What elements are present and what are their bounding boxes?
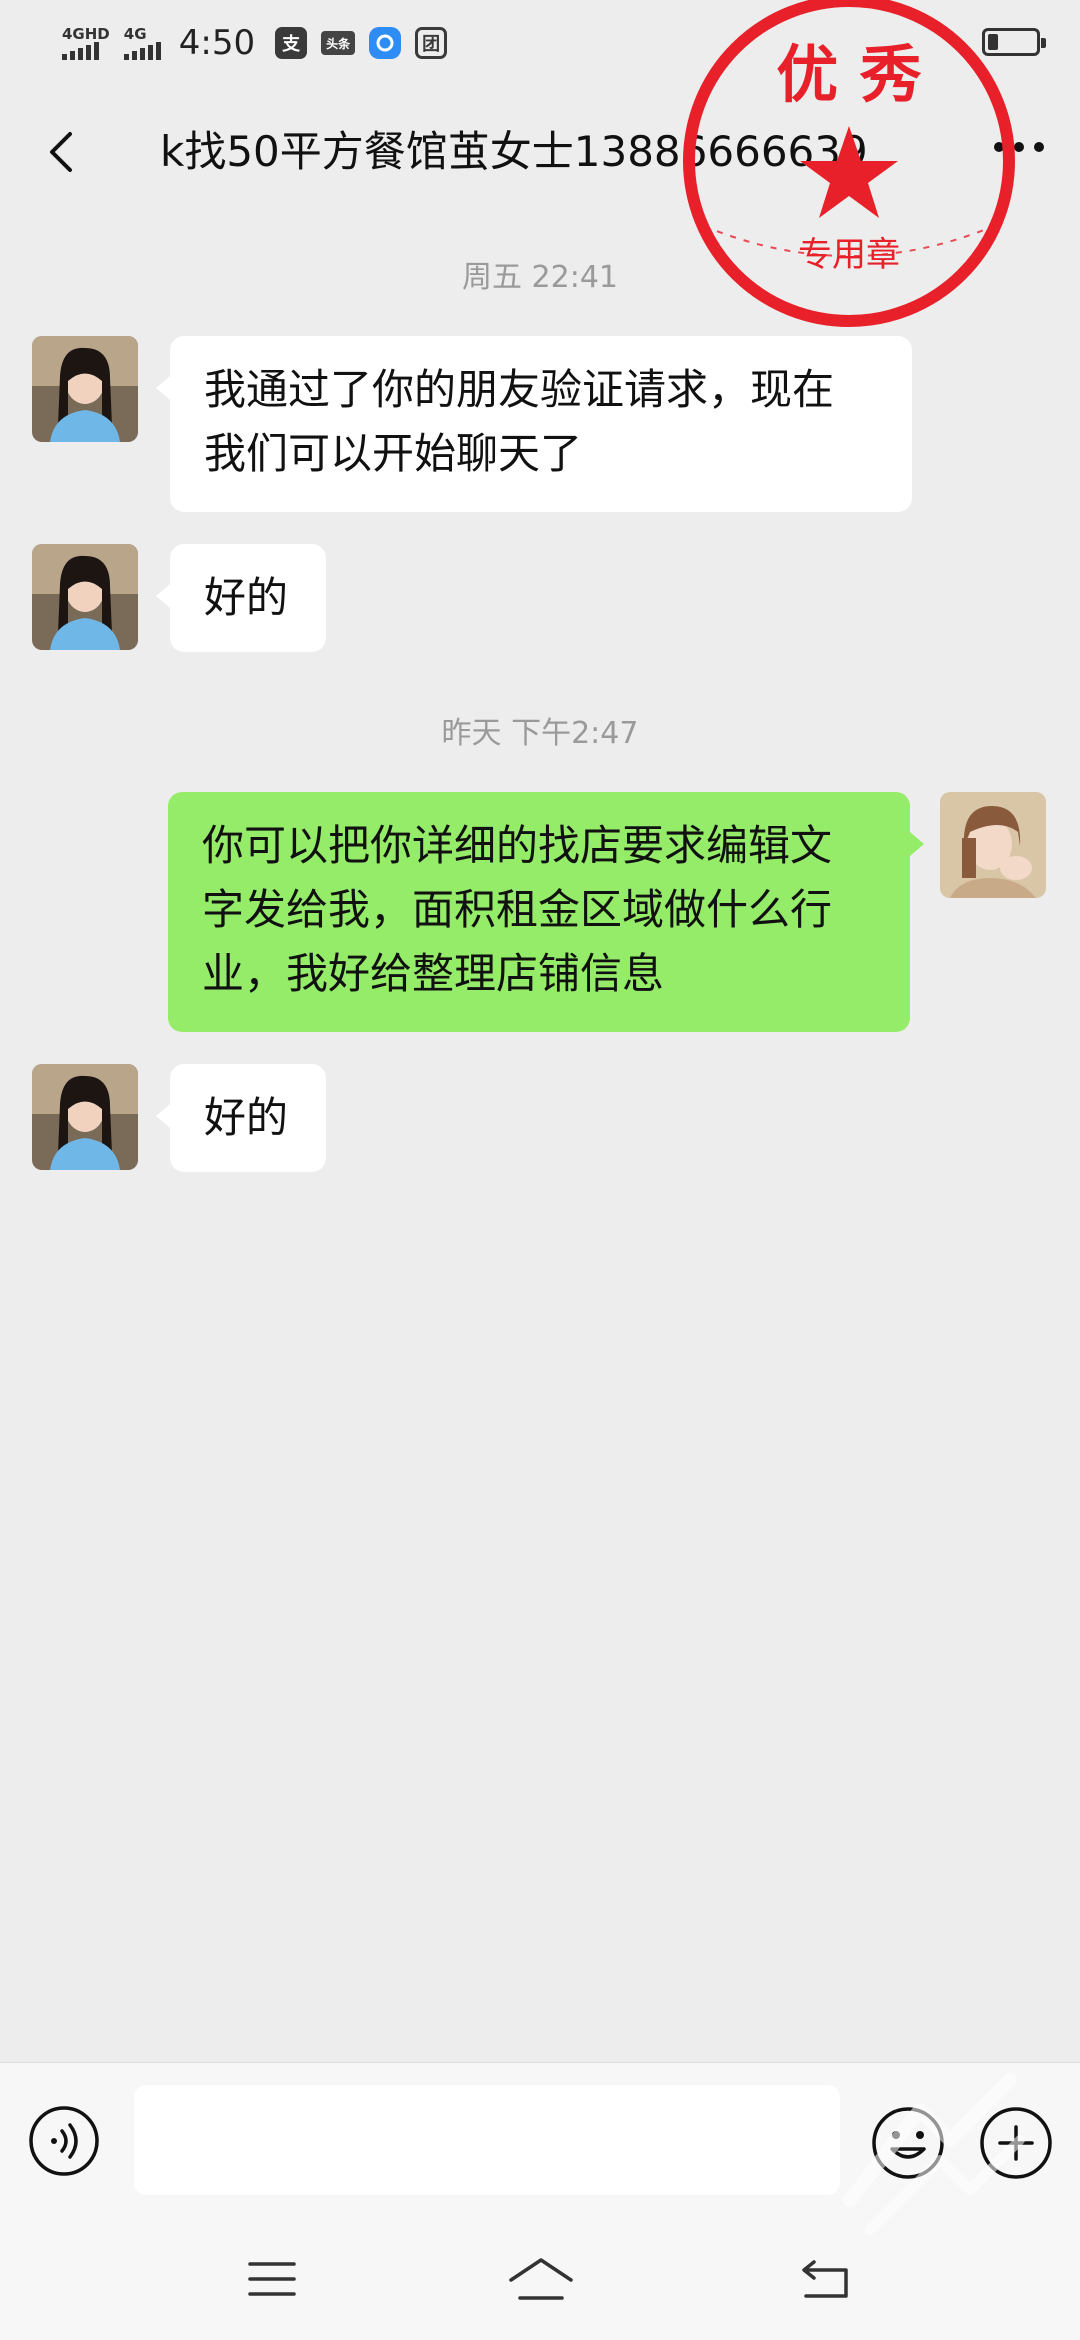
message-bubble-incoming[interactable]: 我通过了你的朋友验证请求，现在 我们可以开始聊天了: [156, 336, 912, 512]
signal-label-1: 4GHD: [62, 24, 110, 43]
message-text-line: 业，我好给整理店铺信息: [202, 949, 665, 998]
chat-title: k找50平方餐馆茧女士13886666639: [160, 127, 868, 176]
signal-bars-icon: [123, 41, 161, 60]
status-left: 4GHD 4G 4:50 支 头条 团: [62, 18, 448, 68]
chat-timestamp: 周五 22:41: [462, 260, 618, 295]
app-icon: [369, 27, 402, 59]
signal-indicator-1: 4GHD: [62, 24, 110, 60]
message-text: 好的: [204, 1093, 289, 1142]
message-bubble-outgoing[interactable]: 你可以把你详细的找店要求编辑文 字发给我，面积租金区域做什么行 业，我好给整理店…: [168, 792, 924, 1032]
signal-bars-icon: [62, 41, 99, 60]
plus-icon[interactable]: [978, 2105, 1054, 2181]
message-bubble-incoming[interactable]: 好的: [156, 1064, 326, 1172]
toutiao-icon: 头条: [321, 31, 356, 55]
alipay-icon: 支: [275, 27, 308, 59]
menu-icon[interactable]: [242, 2254, 302, 2304]
meituan-icon: 团: [415, 27, 448, 59]
signal-label-2: 4G: [123, 24, 147, 43]
status-time: 4:50: [178, 23, 256, 63]
contact-avatar[interactable]: [32, 336, 138, 442]
signal-indicator-2: 4G: [123, 24, 161, 60]
home-icon[interactable]: [506, 2254, 576, 2304]
status-bar: 4GHD 4G 4:50 支 头条 团: [0, 0, 1080, 86]
message-text-line: 我通过了你的朋友验证请求，现在: [204, 365, 835, 414]
input-bar: [0, 2062, 1080, 2223]
message-text-line: 我们可以开始聊天了: [204, 429, 583, 478]
more-dots-icon[interactable]: [994, 142, 1044, 152]
self-avatar[interactable]: [940, 792, 1046, 898]
back-nav-icon[interactable]: [796, 2254, 856, 2304]
chat-timestamp: 昨天 下午2:47: [441, 716, 639, 751]
chat-header: k找50平方餐馆茧女士13886666639: [0, 96, 1080, 206]
message-bubble-incoming[interactable]: 好的: [156, 544, 326, 652]
back-arrow-icon[interactable]: [36, 124, 92, 180]
message-input[interactable]: [134, 2085, 840, 2195]
voice-icon[interactable]: [28, 2105, 100, 2177]
message-text-line: 你可以把你详细的找店要求编辑文: [202, 821, 833, 870]
message-text: 好的: [204, 573, 289, 622]
emoji-icon[interactable]: [870, 2105, 946, 2181]
contact-avatar[interactable]: [32, 544, 138, 650]
contact-avatar[interactable]: [32, 1064, 138, 1170]
battery-icon: [982, 28, 1046, 56]
system-nav-bar: [0, 2222, 1080, 2340]
message-text-line: 字发给我，面积租金区域做什么行: [202, 885, 833, 934]
